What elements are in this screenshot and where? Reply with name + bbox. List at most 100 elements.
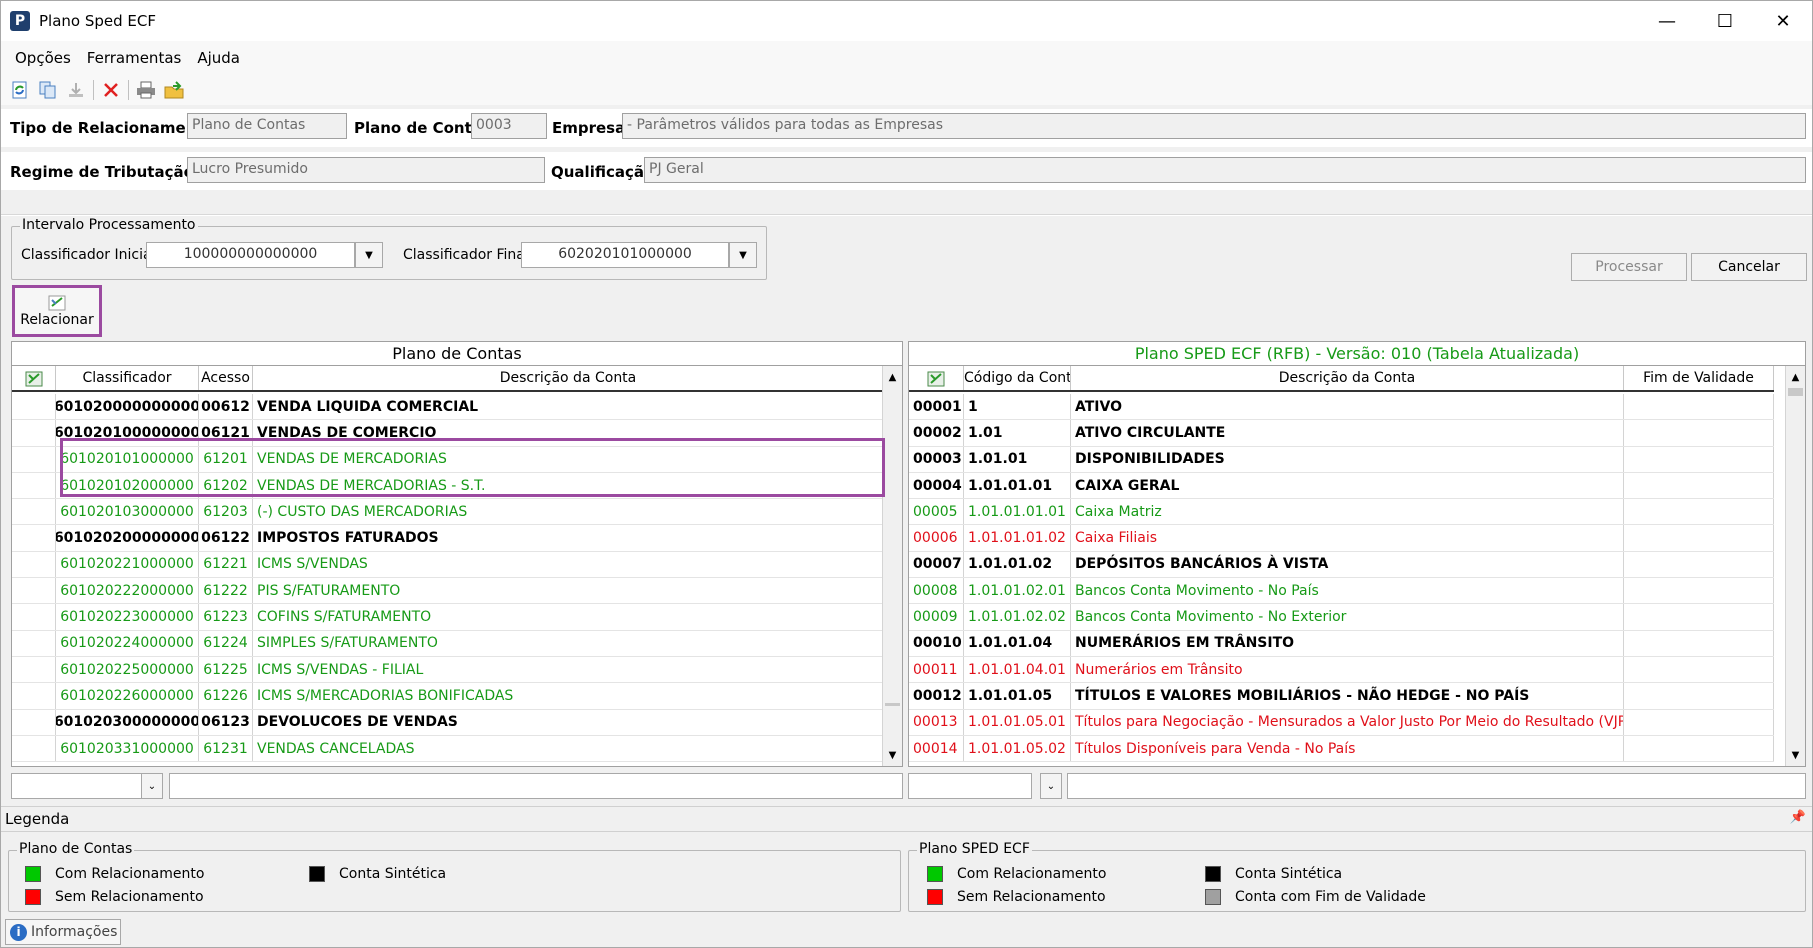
chevron-down-icon: ▼ [739,249,747,261]
table-row[interactable]: 601020225000000 61225 ICMS S/VENDAS - FILI… [12,656,884,684]
cell-descricao: IMPOSTOS FATURADOS [253,525,884,551]
row-indicator [12,630,56,656]
window-title: Plano Sped ECF [39,12,156,30]
column-chooser-icon[interactable] [12,366,56,390]
plano-sped-rows: 00001 1 ATIVO 00002 1.01 ATIVO CIRCULANTE 0000… [909,394,1774,763]
relacionar-button[interactable]: Relacionar [12,285,102,337]
table-row[interactable]: 601020224000000 61224 SIMPLES S/FATURAMENT… [12,630,884,657]
swatch-sem-relacionamento [25,889,41,905]
table-row[interactable]: 00011 1.01.01.04.01 Numerários em Trânsito [909,656,1774,684]
table-row[interactable]: 00007 1.01.01.02 DEPÓSITOS BANCÁRIOS À VIS… [909,551,1774,579]
column-chooser-icon[interactable] [909,366,964,390]
header-codigo-conta[interactable]: Código da Conta [964,366,1071,390]
scroll-down-icon[interactable]: ▼ [883,746,902,764]
header-fim-validade[interactable]: Fim de Validade [1624,366,1774,390]
maximize-button[interactable]: ☐ [1696,1,1754,41]
cell-classificador: 601020225000000 [56,656,199,683]
table-row[interactable]: 601020221000000 61221 ICMS S/VENDAS [12,551,884,579]
cell-descricao: ICMS S/MERCADORIAS BONIFICADAS [253,683,884,709]
cell-descricao-conta: Caixa Matriz [1071,499,1624,525]
left-filter-dropdown[interactable]: ⌄ [141,773,163,799]
menu-ferramentas[interactable]: Ferramentas [79,49,190,67]
table-row[interactable]: 601020331000000 61231 VENDAS CANCELADAS [12,735,884,763]
scroll-up-icon[interactable]: ▲ [883,368,902,386]
processar-button[interactable]: Processar [1571,253,1687,281]
tab-informacoes[interactable]: i Informações [5,919,121,945]
table-row[interactable]: 00009 1.01.01.02.02 Bancos Conta Movimento… [909,604,1774,631]
cell-classificador: 601020331000000 [56,735,199,762]
table-row[interactable]: 00008 1.01.01.02.01 Bancos Conta Movimento… [909,578,1774,605]
cell-acesso: 61203 [199,499,253,525]
cell-fim-validade [1624,499,1774,525]
cell-numero: 00012 [909,683,964,709]
menu-ajuda[interactable]: Ajuda [189,49,248,67]
table-row[interactable]: 601020200000000 06122 IMPOSTOS FATURADOS [12,525,884,552]
table-row[interactable]: 601020300000000 06123 DEVOLUCOES DE VENDAS [12,709,884,736]
delete-icon[interactable] [100,79,122,101]
legend-label: Com Relacionamento [957,866,1107,882]
paste-icon[interactable] [65,79,87,101]
classificador-final-dropdown[interactable]: ▼ [729,242,757,268]
cell-codigo-conta: 1.01.01.01.01 [964,499,1071,525]
print-icon[interactable] [135,79,157,101]
cell-fim-validade [1624,683,1774,709]
right-filter-input[interactable] [1067,773,1806,799]
cell-acesso: 61226 [199,683,253,709]
table-row[interactable]: 00005 1.01.01.01.01 Caixa Matriz [909,499,1774,526]
right-filter-combo[interactable] [908,773,1032,799]
cell-numero: 00002 [909,420,964,446]
scroll-down-icon[interactable]: ▼ [1786,746,1805,764]
table-row[interactable]: 00013 1.01.01.05.01 Títulos para Negociaçã… [909,709,1774,736]
left-grid-scrollbar[interactable]: ▲ ▼ [882,366,902,766]
refresh-icon[interactable] [9,79,31,101]
table-row[interactable]: 00010 1.01.01.04 NUMERÁRIOS EM TRÂNSITO [909,630,1774,657]
table-row[interactable]: 00012 1.01.01.05 TÍTULOS E VALORES MOBILIÁ… [909,683,1774,710]
legend-item: Conta Sintética [1205,866,1342,882]
header-descricao[interactable]: Descrição da Conta [253,366,884,390]
minimize-button[interactable]: — [1638,1,1696,41]
table-row[interactable]: 601020223000000 61223 COFINS S/FATURAMENTO [12,604,884,631]
legend-bar[interactable]: Legenda 📌 [1,806,1812,832]
table-row[interactable]: 00003 1.01.01 DISPONIBILIDADES [909,446,1774,473]
table-row[interactable]: 00004 1.01.01.01 CAIXA GERAL [909,472,1774,500]
copy-icon[interactable] [37,79,59,101]
table-row[interactable]: 00001 1 ATIVO [909,394,1774,421]
table-row[interactable]: 00014 1.01.01.05.02 Títulos Disponíveis pa… [909,735,1774,763]
table-row[interactable]: 00002 1.01 ATIVO CIRCULANTE [909,420,1774,447]
regime-tributacao-label: Regime de Tributação: [10,163,200,181]
table-row[interactable]: 601020103000000 61203 (-) CUSTO DAS MERCAD… [12,499,884,526]
regime-tributacao-field: Lucro Presumido [187,157,545,183]
scroll-thumb[interactable] [1788,388,1803,396]
menu-opcoes[interactable]: Opções [7,49,79,67]
table-row[interactable]: 601020000000000 00612 VENDA LIQUIDA COMERC… [12,394,884,421]
cell-descricao: VENDAS CANCELADAS [253,735,884,762]
left-filter-input[interactable] [169,773,903,799]
cell-fim-validade [1624,630,1774,656]
classificador-inicial-input[interactable]: 100000000000000 [146,242,355,268]
header-classificador[interactable]: Classificador [56,366,199,390]
legend-item: Sem Relacionamento [927,889,1106,905]
header-descricao-conta[interactable]: Descrição da Conta [1071,366,1624,390]
cell-acesso: 61222 [199,578,253,604]
row-indicator [12,578,56,604]
left-filter-combo[interactable] [11,773,143,799]
right-filter-dropdown[interactable]: ⌄ [1040,773,1062,799]
table-row[interactable]: 601020222000000 61222 PIS S/FATURAMENTO [12,578,884,605]
pin-icon[interactable]: 📌 [1790,810,1806,825]
scroll-thumb[interactable] [885,703,900,706]
classificador-inicial-dropdown[interactable]: ▼ [355,242,383,268]
legend-label: Conta Sintética [1235,866,1343,882]
table-row[interactable]: 601020226000000 61226 ICMS S/MERCADORIAS B… [12,683,884,710]
classificador-inicial-label: Classificador Inicial: [21,247,161,263]
export-folder-icon[interactable] [163,79,185,101]
close-button[interactable]: ✕ [1754,1,1812,41]
classificador-final-input[interactable]: 602020101000000 [521,242,729,268]
table-row[interactable]: 00006 1.01.01.01.02 Caixa Filiais [909,525,1774,552]
scroll-up-icon[interactable]: ▲ [1786,368,1805,386]
cancelar-button[interactable]: Cancelar [1691,253,1807,281]
legend-item: Conta Sintética [309,866,446,882]
right-grid-scrollbar[interactable]: ▲ ▼ [1785,366,1805,766]
row-indicator [12,499,56,525]
header-acesso[interactable]: Acesso [199,366,253,390]
classificador-final-label: Classificador Final: [403,247,534,263]
